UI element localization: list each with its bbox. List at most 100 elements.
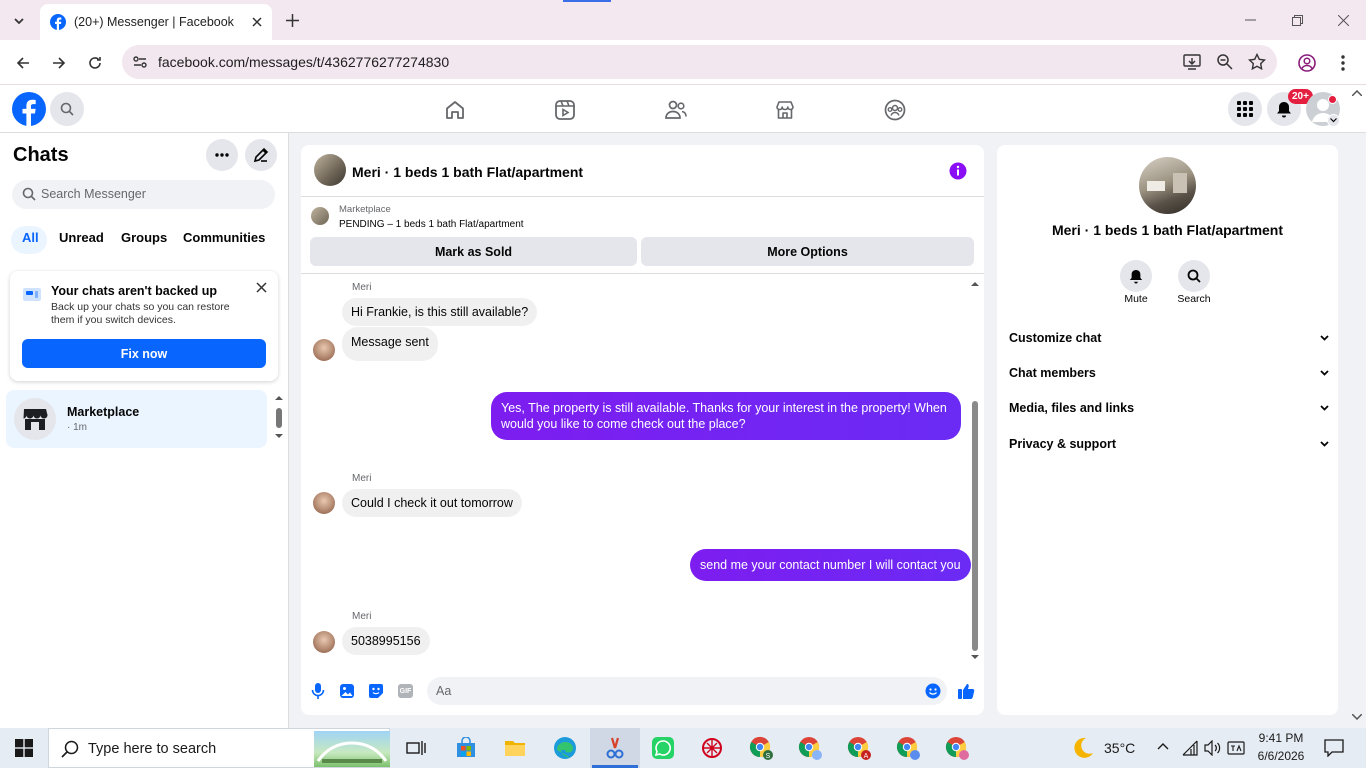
new-message-icon[interactable] <box>245 139 277 171</box>
groups-icon[interactable] <box>884 99 906 121</box>
chrome-profile-4-icon[interactable] <box>894 734 922 762</box>
gif-icon[interactable]: GIF <box>398 684 413 698</box>
input-language-icon[interactable] <box>1227 740 1245 756</box>
marketplace-icon[interactable] <box>774 99 796 121</box>
facebook-logo-icon[interactable] <box>12 92 46 126</box>
page-scroll-up-icon[interactable] <box>1352 90 1362 96</box>
conversation-item[interactable]: Marketplace · 1m <box>6 390 267 448</box>
incoming-message[interactable]: Could I check it out tomorrow <box>342 489 522 517</box>
search-in-chat-icon[interactable] <box>1178 260 1210 292</box>
filter-unread[interactable]: Unread <box>59 230 104 250</box>
forward-arrow-icon[interactable] <box>48 52 70 74</box>
photo-icon[interactable] <box>339 683 355 699</box>
chat-members-section[interactable]: Chat members <box>1009 363 1329 383</box>
tab-close-icon[interactable] <box>252 17 262 27</box>
sender-avatar[interactable] <box>313 492 335 514</box>
outgoing-message[interactable]: send me your contact number I will conta… <box>690 549 971 581</box>
sticker-icon[interactable] <box>368 683 384 699</box>
video-icon[interactable] <box>554 99 576 121</box>
page-scroll-down-icon[interactable] <box>1352 714 1362 720</box>
install-app-icon[interactable] <box>1183 53 1201 71</box>
filter-communities[interactable]: Communities <box>183 230 265 250</box>
wifi-icon[interactable] <box>1181 740 1199 756</box>
task-view-icon[interactable] <box>402 734 430 762</box>
window-close-icon[interactable] <box>1333 10 1353 30</box>
listing-photo-detail <box>1147 181 1165 191</box>
conversation-info-icon[interactable] <box>949 162 967 180</box>
info-title: Meri · 1 beds 1 bath Flat/apartment <box>1051 222 1284 238</box>
section-label: Privacy & support <box>1009 437 1116 451</box>
microsoft-store-icon[interactable] <box>452 734 480 762</box>
new-tab-plus-icon[interactable] <box>282 10 302 30</box>
privacy-support-section[interactable]: Privacy & support <box>1009 434 1329 454</box>
tab-list-chevron-icon[interactable] <box>8 10 30 32</box>
incoming-message[interactable]: Hi Frankie, is this still available? <box>342 298 538 326</box>
windows-start-icon[interactable] <box>10 734 38 762</box>
customize-chat-section[interactable]: Customize chat <box>1009 328 1329 348</box>
volume-icon[interactable] <box>1204 740 1222 756</box>
listing-photo[interactable] <box>1139 157 1196 214</box>
file-explorer-icon[interactable] <box>501 734 529 762</box>
reload-icon[interactable] <box>84 52 106 74</box>
home-icon[interactable] <box>444 99 466 121</box>
chrome-profile-5-icon[interactable] <box>943 734 971 762</box>
notification-center-icon[interactable] <box>1324 739 1344 757</box>
restore-icon[interactable] <box>1287 10 1307 30</box>
fix-now-button[interactable]: Fix now <box>22 339 266 368</box>
media-files-links-section[interactable]: Media, files and links <box>1009 398 1329 418</box>
conversation-time: · 1m <box>67 422 87 433</box>
profile-icon[interactable] <box>1296 52 1318 74</box>
clock-time[interactable]: 9:41 PM <box>1256 731 1306 745</box>
bookmark-star-icon[interactable] <box>1248 53 1266 71</box>
filter-groups[interactable]: Groups <box>121 230 167 250</box>
messenger-search-input[interactable]: Search Messenger <box>12 180 275 209</box>
back-arrow-icon[interactable] <box>12 52 34 74</box>
mute-bell-icon[interactable] <box>1120 260 1152 292</box>
menu-grid-icon[interactable] <box>1228 92 1262 126</box>
clock-date[interactable]: 6/6/2026 <box>1256 749 1306 763</box>
sender-avatar[interactable] <box>313 339 335 361</box>
chat-header-title[interactable]: Meri · 1 beds 1 bath Flat/apartment <box>352 164 583 180</box>
svg-text:S: S <box>766 753 771 760</box>
site-info-icon[interactable] <box>132 54 148 70</box>
mark-as-sold-button[interactable]: Mark as Sold <box>310 237 637 266</box>
chats-title: Chats <box>13 144 69 166</box>
sidebar-scrollbar[interactable] <box>275 394 283 440</box>
incoming-message[interactable]: 5038995156 <box>342 627 430 655</box>
chrome-profile-a-icon[interactable]: A <box>845 734 873 762</box>
backup-icon <box>22 286 42 304</box>
edge-browser-icon[interactable] <box>551 734 579 762</box>
like-thumb-icon[interactable] <box>957 682 975 700</box>
listing-avatar[interactable] <box>314 154 346 186</box>
friends-icon[interactable] <box>664 99 688 121</box>
security-app-icon[interactable] <box>698 734 726 762</box>
more-options-button[interactable]: More Options <box>641 237 974 266</box>
taskbar-search-box[interactable]: Type here to search <box>48 728 390 768</box>
outgoing-message[interactable]: Yes, The property is still available. Th… <box>491 392 961 440</box>
voice-clip-icon[interactable] <box>311 682 325 700</box>
chrome-profile-2-icon[interactable] <box>796 734 824 762</box>
header-divider <box>301 196 984 197</box>
svg-text:A: A <box>864 753 869 760</box>
browser-menu-icon[interactable] <box>1332 52 1354 74</box>
emoji-icon[interactable] <box>925 683 941 699</box>
backup-close-icon[interactable] <box>256 282 267 293</box>
filter-all[interactable]: All <box>22 230 39 250</box>
incoming-message[interactable]: Message sent <box>342 327 438 361</box>
minimize-icon[interactable] <box>1240 10 1260 30</box>
chats-options-icon[interactable] <box>206 139 238 171</box>
snipping-tool-icon[interactable] <box>601 734 629 762</box>
chrome-profile-s-icon[interactable]: S <box>747 734 775 762</box>
fb-search-icon[interactable] <box>50 92 84 126</box>
listing-photo-detail <box>1173 173 1187 193</box>
weather-moon-icon[interactable] <box>1071 736 1095 760</box>
whatsapp-icon[interactable] <box>649 734 677 762</box>
show-hidden-icons-chevron-icon[interactable] <box>1157 742 1169 750</box>
message-input[interactable]: Aa <box>427 677 947 705</box>
zoom-icon[interactable] <box>1216 53 1234 71</box>
chat-scrollbar[interactable] <box>970 279 980 663</box>
sender-avatar[interactable] <box>313 631 335 653</box>
browser-tab[interactable]: (20+) Messenger | Facebook <box>40 4 272 40</box>
account-chevron-icon[interactable] <box>1327 114 1340 127</box>
address-bar[interactable]: facebook.com/messages/t/4362776277274830 <box>122 45 1277 79</box>
